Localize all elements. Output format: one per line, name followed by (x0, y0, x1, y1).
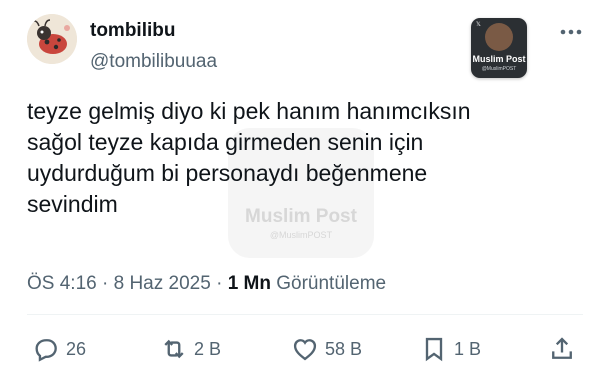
meta-separator: · (102, 273, 109, 294)
views-label: Görüntüleme (276, 273, 387, 294)
author-display-name[interactable]: tombilibu (90, 20, 175, 42)
bookmark-icon (425, 337, 443, 362)
tweet-time[interactable]: ÖS 4:16 (27, 273, 97, 294)
meta-separator: · (216, 273, 223, 294)
retweet-icon (164, 339, 184, 359)
share-icon (552, 337, 572, 359)
bookmark-count: 1 B (454, 338, 482, 359)
more-options-button[interactable] (556, 22, 586, 42)
reply-button[interactable]: 26 (32, 333, 86, 365)
x-logo-icon: 𝕏 (476, 22, 481, 28)
tweet-card: tombilibu @tombilibuuaa 𝕏 Muslim Post @M… (0, 0, 597, 380)
divider (27, 314, 583, 315)
reply-bubble-icon (35, 339, 57, 362)
watermark-handle: @MuslimPOST (481, 66, 517, 72)
author-handle[interactable]: @tombilibuuaa (90, 51, 217, 73)
center-watermark-handle: @MuslimPOST (269, 230, 333, 240)
like-count: 58 B (325, 338, 363, 359)
reply-count: 26 (66, 338, 87, 359)
heart-icon (293, 339, 317, 361)
views-count: 1 Mn (227, 273, 271, 294)
ladybug-avatar-icon (27, 14, 77, 64)
like-button[interactable]: 58 B (291, 333, 362, 365)
watermark-badge: 𝕏 Muslim Post @MuslimPOST (471, 18, 527, 78)
tweet-date[interactable]: 8 Haz 2025 (114, 273, 211, 294)
watermark-avatar (485, 23, 513, 51)
bookmark-button[interactable]: 1 B (420, 333, 481, 365)
author-avatar[interactable] (27, 14, 77, 64)
tweet-meta: ÖS 4:16 · 8 Haz 2025 · 1 Mn Görüntüleme (27, 272, 386, 296)
tweet-text: teyze gelmiş diyo ki pek hanım hanımcıks… (27, 98, 471, 217)
retweet-count: 2 B (194, 338, 222, 359)
retweet-button[interactable]: 2 B (160, 333, 221, 365)
more-dots-icon (560, 29, 582, 35)
watermark-name: Muslim Post (472, 54, 526, 64)
share-button[interactable] (548, 333, 576, 365)
